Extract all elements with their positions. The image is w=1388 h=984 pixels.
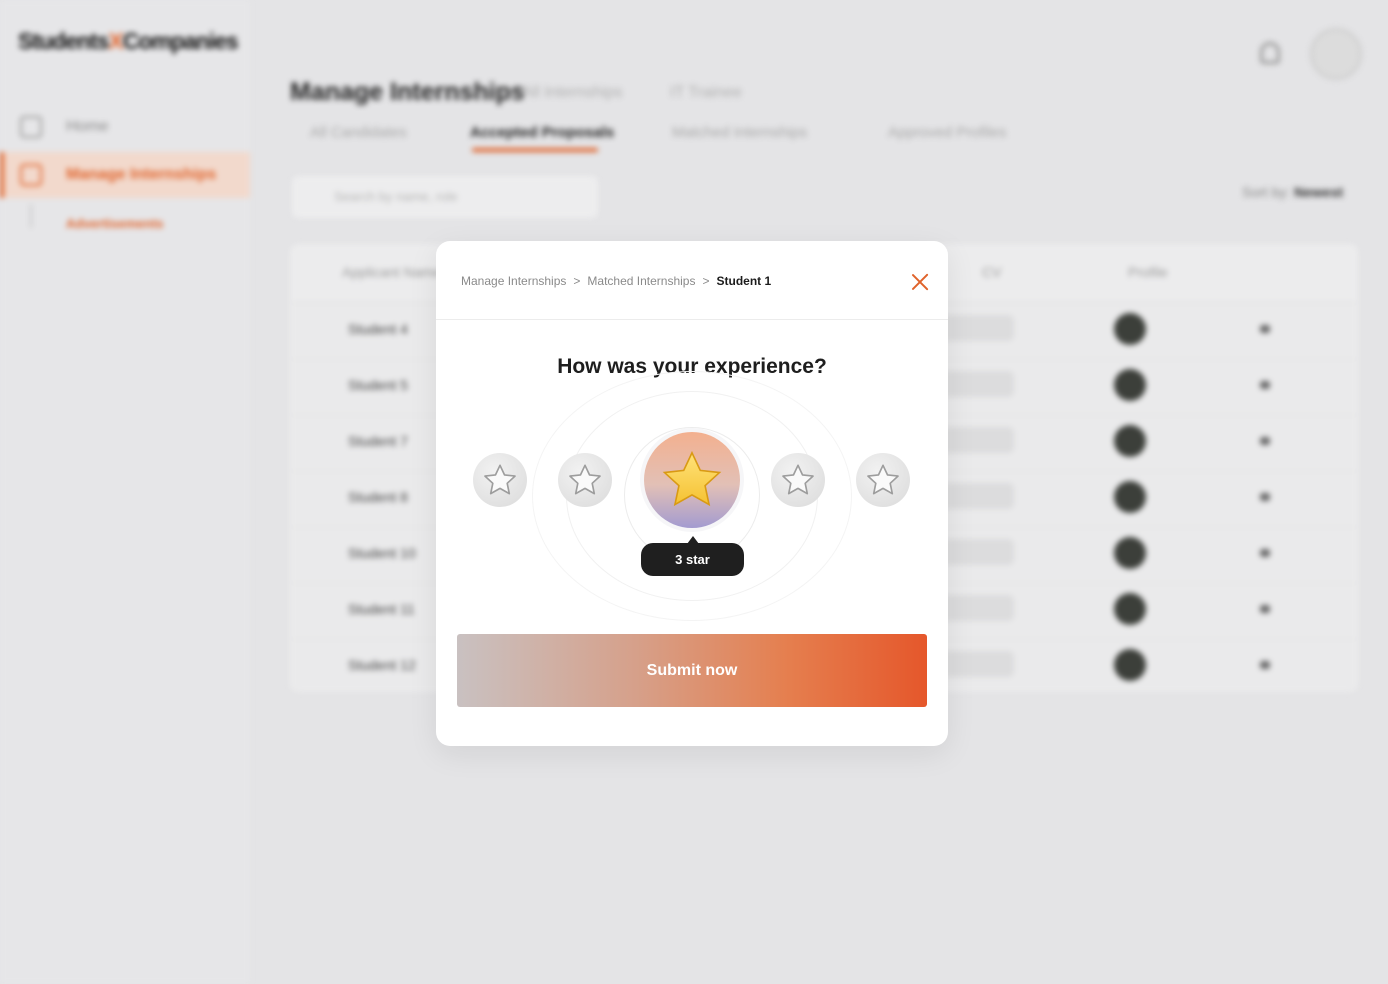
sort-value: Newest xyxy=(1294,184,1344,200)
profile-avatar[interactable] xyxy=(1114,537,1146,569)
breadcrumb-current: Student 1 xyxy=(716,274,772,288)
breadcrumb: Manage Internships > Matched Internships… xyxy=(461,274,771,288)
bell-icon[interactable] xyxy=(1260,42,1280,64)
star-icon xyxy=(484,464,516,495)
column-header: CV xyxy=(982,264,1002,280)
search-input[interactable]: Search by name, role xyxy=(292,176,598,218)
eye-icon[interactable] xyxy=(1260,549,1270,557)
tab-matched-internships[interactable]: Matched Internships xyxy=(672,124,807,141)
breadcrumb-item[interactable]: Matched Internships xyxy=(587,274,695,288)
rating-tooltip: 3 star xyxy=(641,536,744,576)
sort-control[interactable]: Sort by: Newest xyxy=(1242,184,1343,200)
star-rating-3[interactable] xyxy=(644,432,740,528)
eye-icon[interactable] xyxy=(1260,493,1270,501)
sidebar-item-home[interactable]: Home xyxy=(0,104,250,150)
tree-line xyxy=(30,204,32,228)
applicant-name: Student 4 xyxy=(348,321,408,337)
eye-icon[interactable] xyxy=(1260,661,1270,669)
sidebar-item-label: Manage Internships xyxy=(66,166,217,183)
star-icon xyxy=(867,464,899,495)
sidebar-item-label: Home xyxy=(66,118,109,135)
app-logo: StudentsXCompanies xyxy=(18,28,239,54)
breadcrumb-separator: > xyxy=(702,274,710,288)
modal-header: Manage Internships > Matched Internships… xyxy=(436,241,948,320)
profile-avatar[interactable] xyxy=(1114,593,1146,625)
active-tab-indicator xyxy=(472,148,598,152)
profile-avatar[interactable] xyxy=(1114,481,1146,513)
page-title: Manage Internships xyxy=(290,78,525,106)
sort-label: Sort by: xyxy=(1242,184,1291,200)
breadcrumb-item[interactable]: Manage Internships xyxy=(461,274,566,288)
profile-avatar[interactable] xyxy=(1114,369,1146,401)
eye-icon[interactable] xyxy=(1260,325,1270,333)
rating-modal: Manage Internships > Matched Internships… xyxy=(436,241,948,746)
profile-avatar[interactable] xyxy=(1114,425,1146,457)
close-icon[interactable] xyxy=(910,272,930,292)
applicant-name: Student 10 xyxy=(348,545,416,561)
breadcrumb-item[interactable]: All Internships xyxy=(522,84,623,102)
avatar[interactable] xyxy=(1310,28,1362,80)
eye-icon[interactable] xyxy=(1260,605,1270,613)
submit-button[interactable]: Submit now xyxy=(457,634,927,707)
search-placeholder: Search by name, role xyxy=(334,189,458,204)
applicant-name: Student 11 xyxy=(348,601,415,617)
tab-accepted-proposals[interactable]: Accepted Proposals xyxy=(470,124,614,141)
star-icon xyxy=(662,450,722,507)
home-icon xyxy=(20,116,42,138)
applicant-name: Student 7 xyxy=(348,433,408,449)
breadcrumb-separator: > xyxy=(573,274,581,288)
applicant-name: Student 12 xyxy=(348,657,416,673)
tab-all-candidates[interactable]: All Candidates xyxy=(310,124,407,141)
eye-icon[interactable] xyxy=(1260,437,1270,445)
star-icon xyxy=(569,464,601,495)
tab-approved-profiles[interactable]: Approved Profiles xyxy=(888,124,1006,141)
briefcase-icon xyxy=(20,164,42,186)
breadcrumb-item[interactable]: IT Trainee xyxy=(670,84,742,102)
star-rating-1[interactable] xyxy=(473,453,527,507)
applicant-name: Student 8 xyxy=(348,489,408,505)
column-header: Profile xyxy=(1128,264,1168,280)
column-header: Applicant Name xyxy=(342,264,441,280)
applicant-name: Student 5 xyxy=(348,377,408,393)
star-rating-2[interactable] xyxy=(558,453,612,507)
star-rating-4[interactable] xyxy=(771,453,825,507)
eye-icon[interactable] xyxy=(1260,381,1270,389)
sidebar-subitem-advertisements[interactable]: Advertisements xyxy=(66,216,164,231)
star-rating-5[interactable] xyxy=(856,453,910,507)
profile-avatar[interactable] xyxy=(1114,313,1146,345)
star-icon xyxy=(782,464,814,495)
sidebar: StudentsXCompanies Home Manage Internshi… xyxy=(0,0,250,984)
sidebar-item-manage-internships[interactable]: Manage Internships xyxy=(0,152,250,198)
profile-avatar[interactable] xyxy=(1114,649,1146,681)
